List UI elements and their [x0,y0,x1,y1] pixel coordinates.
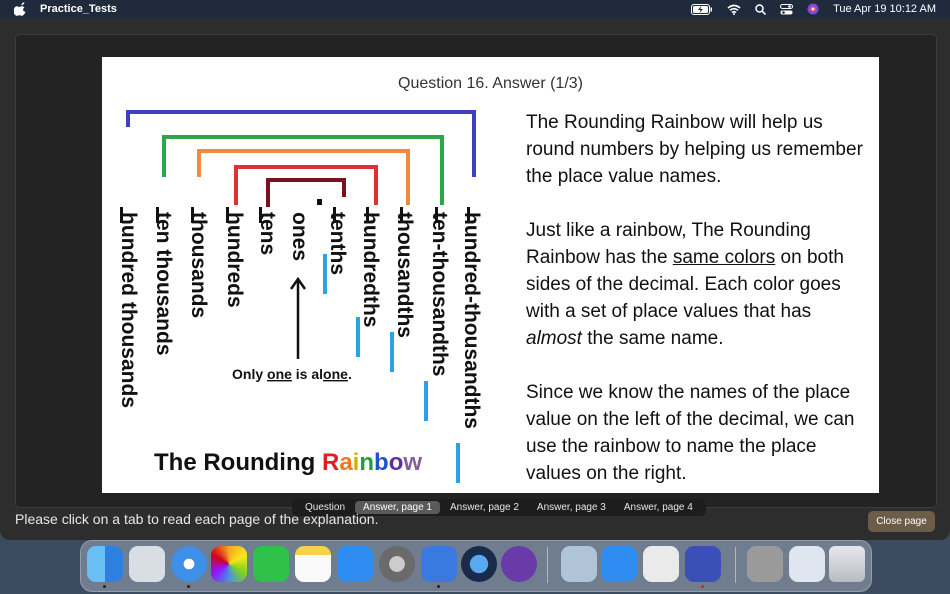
rainbow-arc-maroon [266,178,346,207]
preview-icon[interactable] [561,546,597,582]
menu-clock[interactable]: Tue Apr 19 10:12 AM [833,3,936,15]
rainbow-arc-green [162,135,444,205]
explanation-text: The Rounding Rainbow will help us round … [526,109,871,514]
explanation-paragraph-2: Just like a rainbow, The Rounding Rainbo… [526,220,844,349]
instruments-icon[interactable] [601,546,637,582]
ths-marker-hundred-thousandths [456,443,460,483]
calculator-icon[interactable] [685,546,721,582]
printer-icon[interactable] [747,546,783,582]
ths-marker-ten-thousandths [424,381,428,421]
facetime-icon[interactable] [253,546,289,582]
app-name[interactable]: Practice_Tests [40,3,117,15]
system-preferences-icon[interactable] [379,546,415,582]
apple-icon[interactable] [14,2,28,16]
explanation-paragraph-3: Since we know the names of the place val… [526,382,855,484]
tab-answer-page-3[interactable]: Answer, page 3 [529,501,614,514]
ths-marker-tenths [323,254,327,294]
label-ten-thousands: ten thousands [152,212,175,356]
battery-charging-icon[interactable] [691,3,713,15]
label-hundredths: hundredths [359,212,382,328]
label-ones: ones [288,212,311,261]
xcode-icon[interactable] [421,546,457,582]
alone-note: Only one is alone. [232,366,352,382]
app-store-icon[interactable] [337,546,373,582]
finder-window-icon[interactable] [789,546,825,582]
control-center-icon[interactable] [780,3,794,15]
search-icon[interactable] [755,3,767,15]
content-frame: Question 16. Answer (1/3) hundred thousa… [15,34,937,516]
instructions-text: Please click on a tab to read each page … [15,511,379,527]
rounding-rainbow-diagram: hundred thousands ten thousands thousand… [117,110,483,483]
safari-icon[interactable] [171,546,207,582]
label-tenths: tenths [326,212,349,275]
siri-icon[interactable] [807,3,819,15]
tab-answer-page-2[interactable]: Answer, page 2 [442,501,527,514]
label-hundred-thousands: hundred thousands [117,212,140,408]
trash-icon[interactable] [829,546,865,582]
label-thousands: thousands [187,212,210,318]
dock [80,540,872,592]
finder-icon[interactable] [87,546,123,582]
tab-answer-page-4[interactable]: Answer, page 4 [616,501,701,514]
label-ten-thousandths: ten-thousandths [428,212,451,376]
launchpad-icon[interactable] [129,546,165,582]
explanation-paragraph-1: The Rounding Rainbow will help us round … [526,112,863,187]
label-hundreds: hundreds [223,212,246,308]
explanation-slide: Question 16. Answer (1/3) hundred thousa… [102,57,879,493]
rainbow-arc-red [234,165,378,205]
notes-icon[interactable] [295,546,331,582]
close-page-button[interactable]: Close page [868,511,935,532]
app-window: Question 16. Answer (1/3) hundred thousa… [0,18,950,540]
quicktime-icon[interactable] [461,546,497,582]
label-hundred-thousandths: hundred-thousandths [460,212,483,429]
menu-bar: Practice_Tests Tue Apr 19 10:12 AM [0,0,950,18]
rainbow-title: The Rounding Rainbow [154,449,422,476]
imovie-icon[interactable] [501,546,537,582]
label-thousandths: thousandths [393,212,416,338]
ths-marker-thousandths [390,332,394,372]
textedit-icon[interactable] [643,546,679,582]
decimal-point [317,199,322,205]
wifi-icon[interactable] [727,4,741,15]
ths-marker-hundredths [356,317,360,357]
photos-icon[interactable] [211,546,247,582]
